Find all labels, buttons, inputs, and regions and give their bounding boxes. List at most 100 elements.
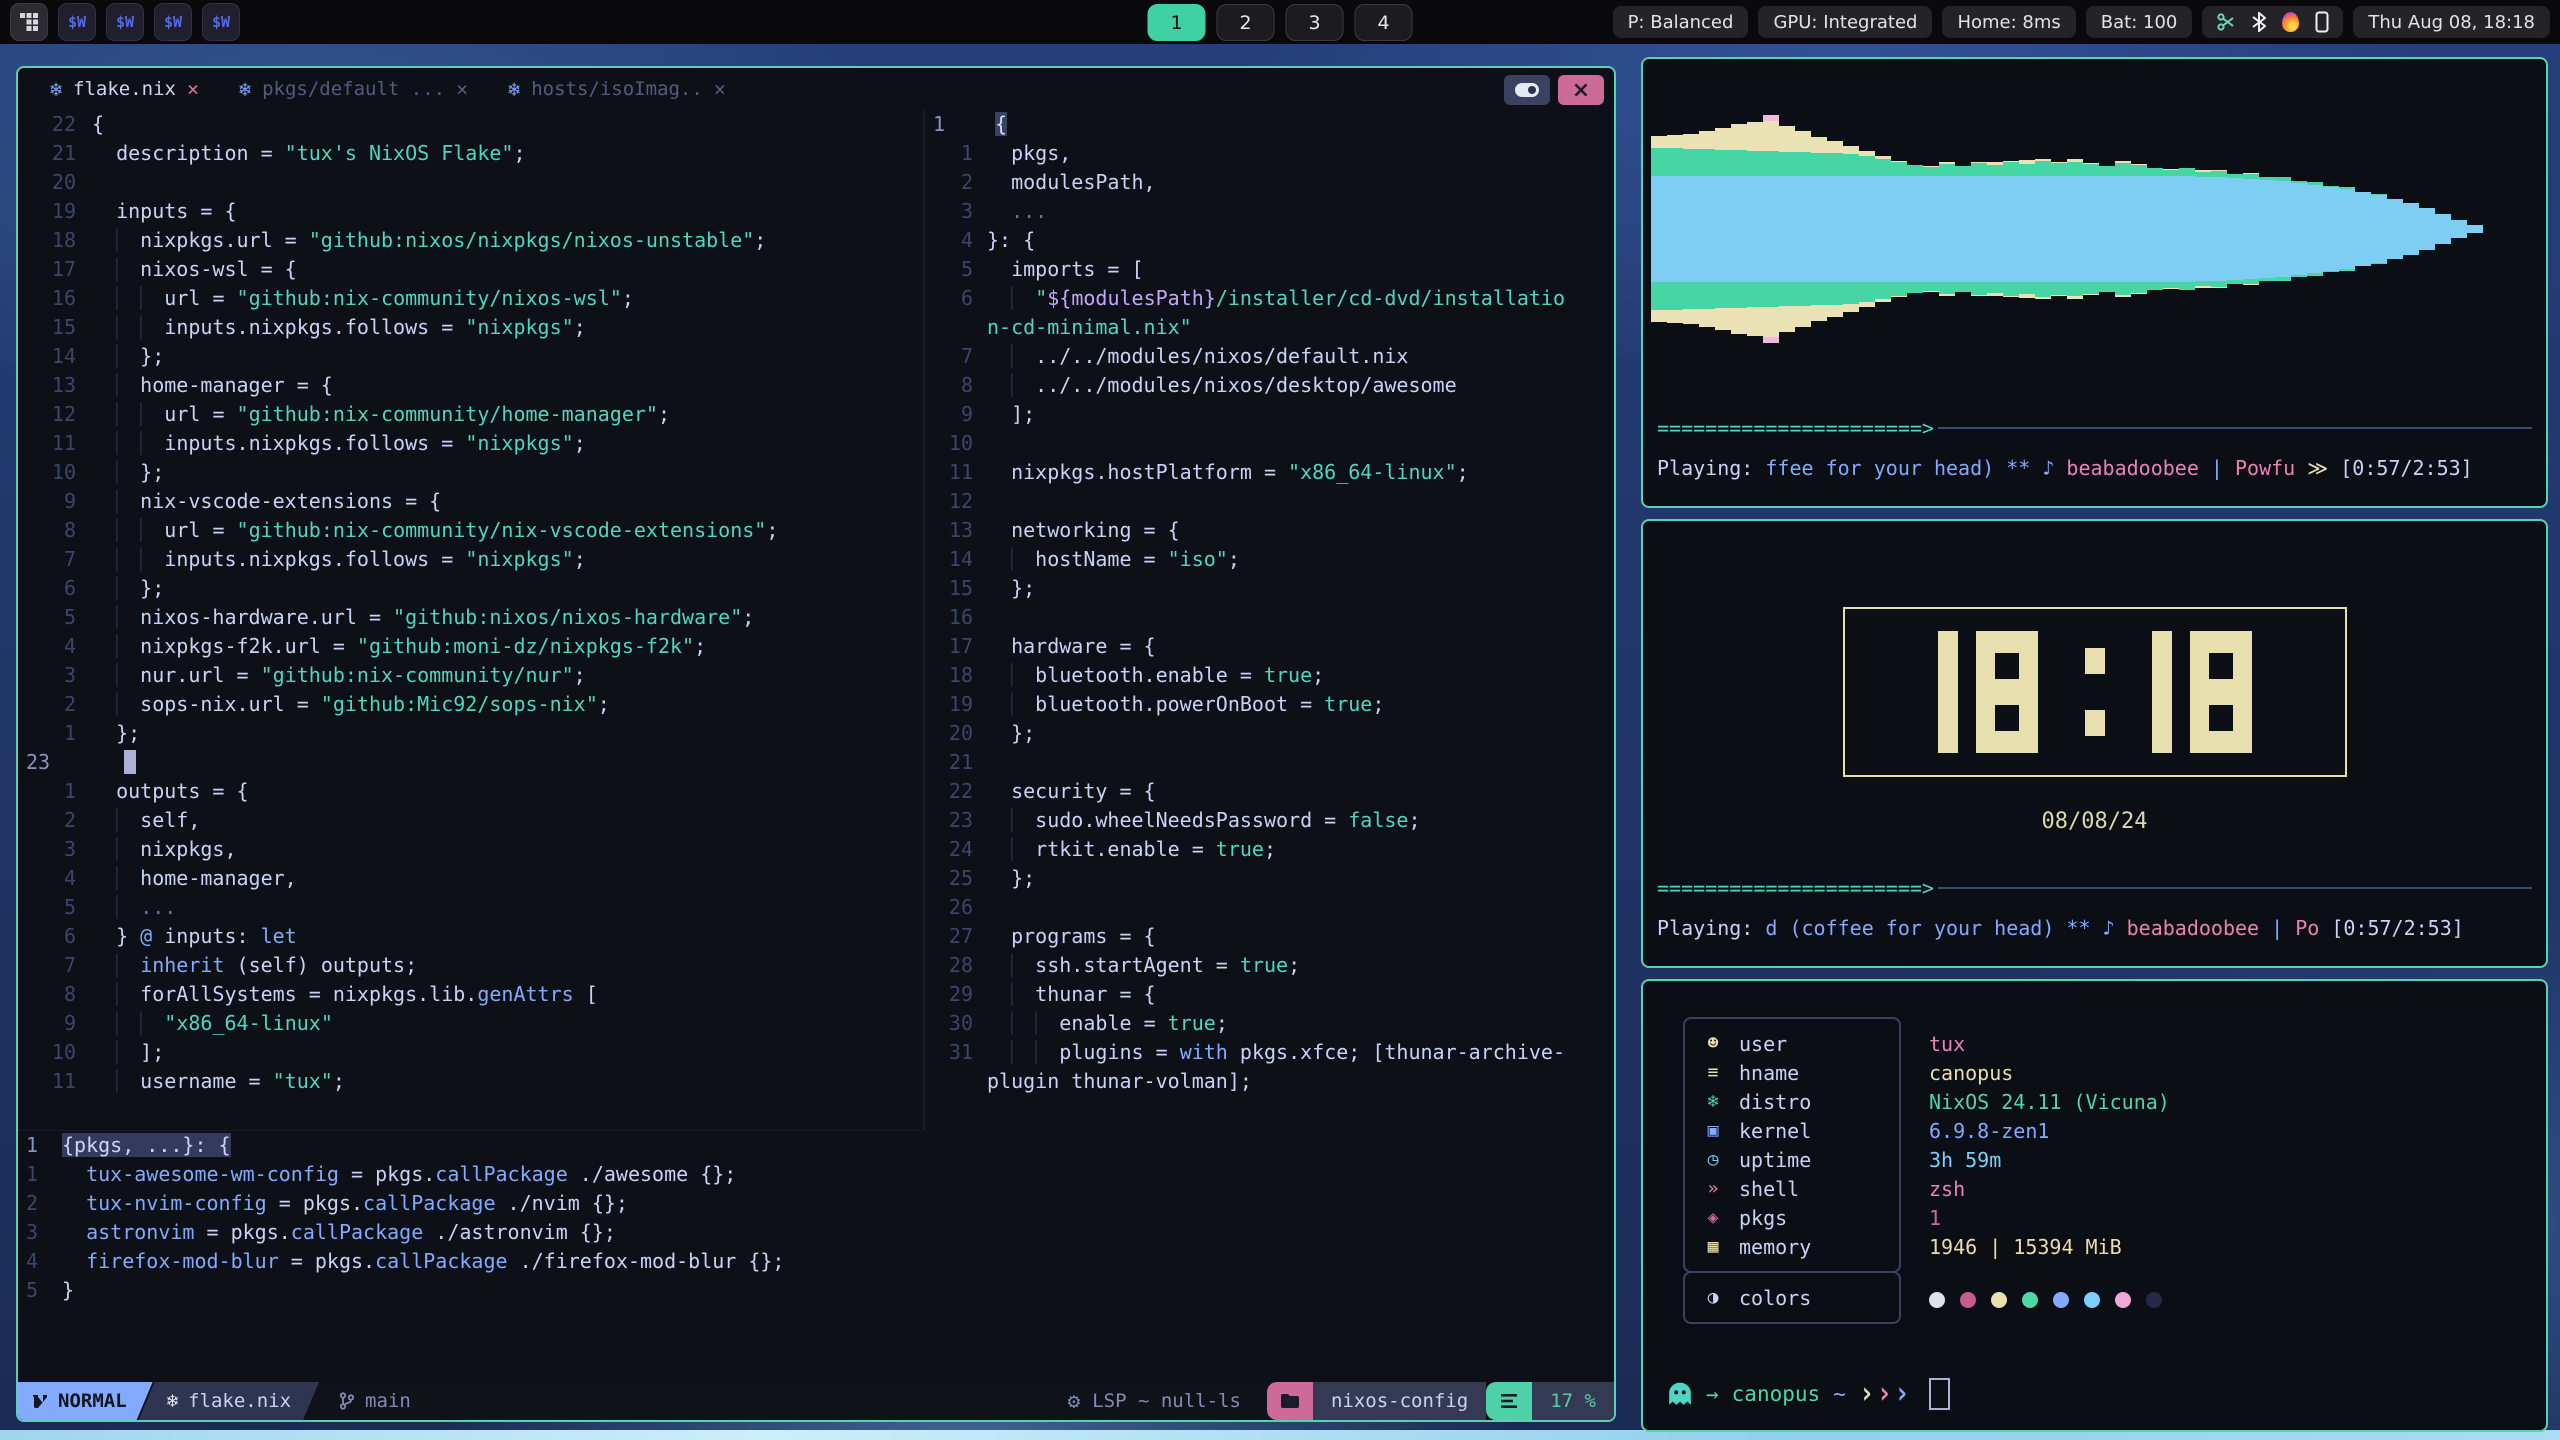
text-segment: tux-nvim-config — [86, 1191, 267, 1215]
pane-flake-nix[interactable]: 22{21 description = "tux's NixOS Flake";… — [18, 110, 923, 1130]
text-segment: ; — [574, 315, 586, 339]
text-segment — [987, 199, 1011, 223]
pane-iso-image[interactable]: 1{1 pkgs,2 modulesPath,3 ...4}: {5 impor… — [925, 110, 1614, 1130]
viz-segment — [1715, 176, 1731, 282]
project-segment[interactable]: nixos-config — [1313, 1382, 1486, 1420]
scroll-segment: 17 % — [1532, 1382, 1614, 1420]
tag-2[interactable]: 2 — [1217, 4, 1275, 41]
status-pill-2[interactable]: GPU: Integrated — [1758, 6, 1932, 38]
text-segment: inputs = { — [92, 199, 237, 223]
prompt-chevrons: ››› — [1859, 1384, 1910, 1405]
text-segment — [92, 431, 116, 455]
fetch-label: colors — [1739, 1286, 1811, 1310]
app-grid-button[interactable] — [10, 3, 48, 41]
viz-bar — [1907, 79, 1923, 379]
tag-3[interactable]: 3 — [1286, 4, 1344, 41]
tag-1[interactable]: 1 — [1148, 4, 1206, 41]
text-segment — [92, 547, 116, 571]
launcher-button-1[interactable]: $W — [58, 3, 96, 41]
text-segment: n-cd-minimal.nix" — [987, 315, 1192, 339]
text-segment: "github:nix-community/nixos-wsl" — [237, 286, 622, 310]
launcher-button-2[interactable]: $W — [106, 3, 144, 41]
line-number: 15 — [18, 313, 92, 342]
fetch-label: pkgs — [1739, 1206, 1787, 1230]
nix-file-icon: ❄ — [167, 1390, 178, 1412]
code-line: 13 ▏ home-manager = { — [18, 371, 923, 400]
text-segment: ; — [1228, 547, 1240, 571]
color-dot-3 — [1991, 1292, 2007, 1308]
viz-bar — [2003, 79, 2019, 379]
viz-segment — [1651, 136, 1667, 148]
code-line: 8 ▏ ../../modules/nixos/desktop/awesome — [925, 371, 1614, 400]
viz-bar — [1843, 79, 1859, 379]
viz-bar — [1779, 79, 1795, 379]
status-pill-3[interactable]: Home: 8ms — [1942, 6, 2075, 38]
nix-snowflake-icon: ❄ — [508, 77, 520, 101]
clock-digit-1 — [1938, 631, 1958, 753]
text-segment — [128, 953, 140, 977]
code-line: 8 ▏ ▏ url = "github:nix-community/nix-vs… — [18, 516, 923, 545]
file-segment[interactable]: ❄ flake.nix — [139, 1382, 319, 1420]
tab-close-icon[interactable]: × — [714, 77, 726, 101]
launcher-button-3[interactable]: $W — [154, 3, 192, 41]
digital-clock — [1843, 607, 2347, 777]
viz-segment — [1747, 151, 1763, 176]
launcher-button-4[interactable]: $W — [202, 3, 240, 41]
tab-hosts-isoImag-[interactable]: ❄hosts/isoImag..× — [488, 68, 746, 110]
tray-pill[interactable] — [2202, 6, 2343, 38]
fetch-row-shell: »shell — [1685, 1174, 1899, 1203]
viz-segment — [2083, 282, 2099, 294]
text-segment — [2319, 916, 2331, 940]
pkgs-icon: ◈ — [1701, 1207, 1725, 1228]
tab-close-icon[interactable]: × — [187, 77, 199, 101]
line-number: 1 — [18, 719, 92, 748]
pane-pkgs-default[interactable]: 1{pkgs, ...}: {1 tux-awesome-wm-config =… — [18, 1130, 923, 1387]
text-segment: pkgs, — [987, 141, 1071, 165]
lsp-segment[interactable]: ⚙ LSP ~ null-ls — [1068, 1382, 1267, 1420]
code-line: 5 ▏ nixos-hardware.url = "github:nixos/n… — [18, 603, 923, 632]
text-segment: ▏ — [116, 257, 128, 281]
status-pill-4[interactable]: Bat: 100 — [2086, 6, 2193, 38]
status-pill-1[interactable]: P: Balanced — [1613, 6, 1749, 38]
ontop-toggle-button[interactable] — [1504, 75, 1550, 105]
viz-segment — [1827, 282, 1843, 305]
music-progress-1: ======================> — [1657, 416, 2532, 440]
text-segment: ▏ — [116, 518, 128, 542]
text-segment: ▏ — [140, 1011, 152, 1035]
tab-pkgs-default-[interactable]: ❄pkgs/default ...× — [219, 68, 488, 110]
clock-pill[interactable]: Thu Aug 08, 18:18 — [2353, 6, 2550, 38]
line-number: 26 — [925, 893, 987, 922]
shell-prompt[interactable]: → canopus ~ ››› — [1667, 1378, 1950, 1410]
viz-bar — [1731, 79, 1747, 379]
viz-bar — [2291, 79, 2307, 379]
tag-4[interactable]: 4 — [1355, 4, 1413, 41]
git-branch-segment[interactable]: main — [319, 1382, 431, 1420]
line-number: 16 — [18, 284, 92, 313]
shell-icon: » — [1701, 1178, 1725, 1199]
code-text: ▏ hostName = "iso"; — [987, 545, 1240, 574]
text-segment: callPackage — [435, 1162, 567, 1186]
code-line: 21 — [925, 748, 1614, 777]
viz-segment — [1923, 176, 1939, 282]
code-line: 22{ — [18, 110, 923, 139]
viz-segment — [2163, 288, 2179, 289]
tab-close-icon[interactable]: × — [456, 77, 468, 101]
text-segment: ▏ — [1011, 547, 1023, 571]
window-close-button[interactable]: × — [1558, 75, 1604, 105]
viz-bar — [2275, 79, 2291, 379]
code-line: 18 ▏ bluetooth.enable = true; — [925, 661, 1614, 690]
fetch-row-memory: ▦memory — [1685, 1232, 1899, 1261]
tab-flake-nix[interactable]: ❄flake.nix× — [30, 68, 219, 110]
line-number: 23 — [18, 748, 100, 777]
code-text: ▏ thunar = { — [987, 980, 1156, 1009]
viz-segment — [1715, 150, 1731, 176]
viz-segment — [2131, 293, 2147, 294]
viz-bar — [1667, 79, 1683, 379]
text-segment: = pkgs. — [339, 1162, 435, 1186]
text-segment: ▏ — [1011, 663, 1023, 687]
code-text: ▏ home-manager, — [92, 864, 297, 893]
progress-track — [1938, 887, 2532, 889]
text-segment: description = — [92, 141, 285, 165]
fetch-row-user: ☻user — [1685, 1029, 1899, 1058]
text-segment: ♪ — [2103, 916, 2127, 940]
